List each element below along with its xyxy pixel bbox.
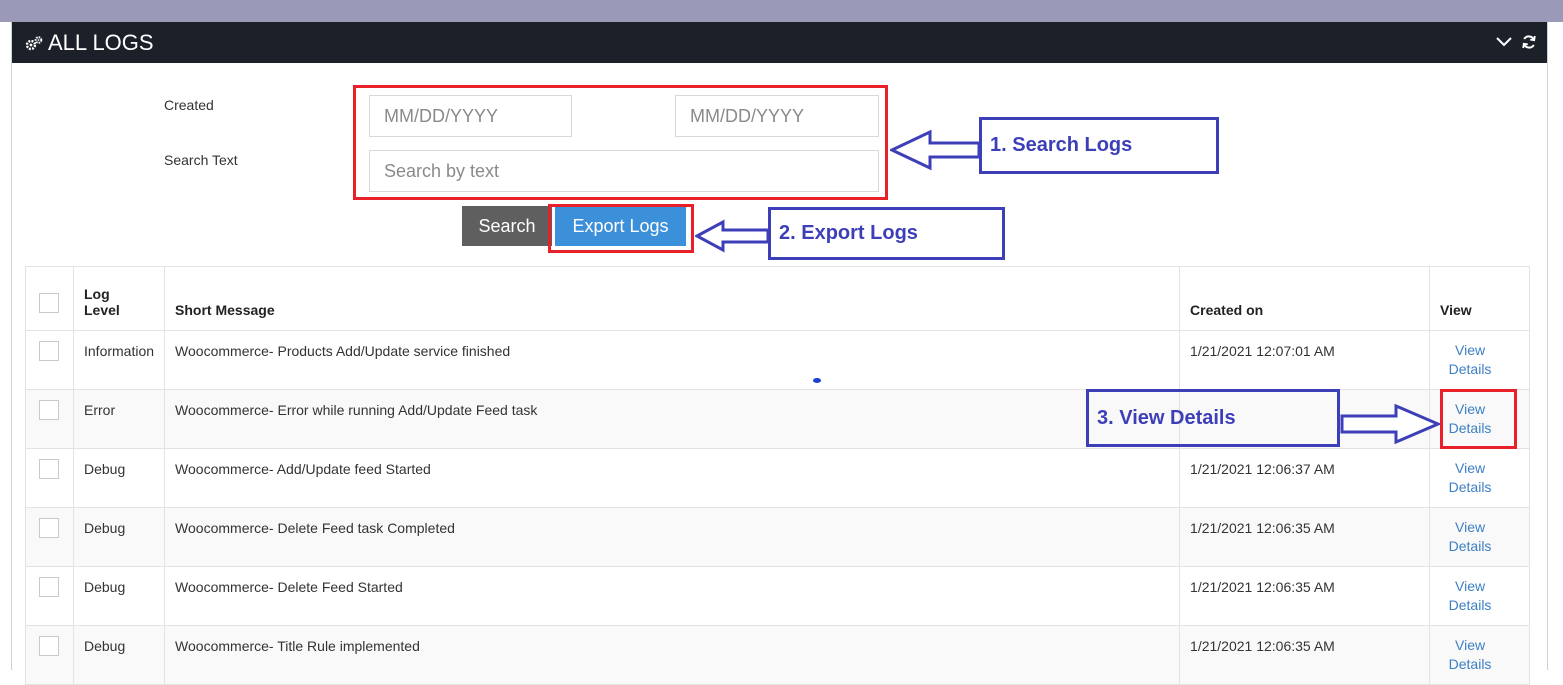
log-level-cell: Error (72, 389, 166, 449)
table-row: Information Woocommerce- Products Add/Upd… (25, 330, 1530, 390)
table-header-row: Log Level Short Message Created on View (25, 266, 1530, 331)
short-message-cell: Woocommerce- Products Add/Update service… (164, 330, 1181, 390)
short-message-cell: Woocommerce- Add/Update feed Started (164, 448, 1181, 508)
log-level-cell: Debug (72, 448, 166, 508)
search-logs-arrow-icon (890, 129, 981, 171)
column-header-short-message: Short Message (164, 266, 1181, 331)
row-checkbox[interactable] (39, 459, 59, 479)
export-logs-arrow-icon (695, 219, 770, 253)
search-button[interactable]: Search (462, 206, 552, 246)
view-cell: View Details (1429, 448, 1530, 508)
row-checkbox[interactable] (39, 341, 59, 361)
stray-dot (813, 378, 821, 383)
view-details-highlight (1440, 389, 1517, 449)
view-link-line2: Details (1448, 538, 1492, 554)
short-message-cell: Woocommerce- Delete Feed Started (164, 566, 1181, 626)
log-level-header-line1: Log (84, 286, 110, 302)
view-link-line1: View (1455, 637, 1486, 653)
export-logs-highlight (548, 204, 694, 253)
view-link-line1: View (1455, 342, 1486, 358)
view-link-line1: View (1455, 460, 1486, 476)
chevron-down-icon[interactable] (1495, 36, 1513, 48)
created-on-cell: 1/21/2021 12:06:35 AM (1179, 507, 1431, 567)
log-level-cell: Debug (72, 507, 166, 567)
header-tools (1495, 34, 1537, 50)
column-header-log-level: Log Level (72, 266, 166, 331)
row-checkbox[interactable] (39, 518, 59, 538)
table-row: Debug Woocommerce- Add/Update feed Starte… (25, 448, 1530, 508)
short-message-cell: Woocommerce- Title Rule implemented (164, 625, 1181, 685)
created-on-cell: 1/21/2021 12:06:35 AM (1179, 566, 1431, 626)
logs-table: Log Level Short Message Created on View I… (25, 266, 1530, 685)
view-details-link[interactable]: View Details (1440, 341, 1500, 379)
short-message-cell: Woocommerce- Delete Feed task Completed (164, 507, 1181, 567)
row-checkbox-cell (25, 625, 74, 685)
gears-icon (25, 36, 43, 51)
row-checkbox[interactable] (39, 400, 59, 420)
row-checkbox-cell (25, 389, 74, 449)
table-row: Debug Woocommerce- Title Rule implemented… (25, 625, 1530, 685)
view-details-link[interactable]: View Details (1440, 518, 1500, 556)
annotation-search-logs: 1. Search Logs (979, 117, 1219, 174)
annotation-export-logs: 2. Export Logs (768, 207, 1005, 260)
view-link-line2: Details (1448, 479, 1492, 495)
row-checkbox-cell (25, 566, 74, 626)
row-checkbox[interactable] (39, 577, 59, 597)
view-details-link[interactable]: View Details (1440, 636, 1500, 674)
view-details-link[interactable]: View Details (1440, 459, 1500, 497)
view-cell: View Details (1429, 566, 1530, 626)
view-link-line1: View (1455, 519, 1486, 535)
log-level-cell: Information (72, 330, 166, 390)
short-message-cell: Woocommerce- Error while running Add/Upd… (164, 389, 1181, 449)
view-details-link[interactable]: View Details (1440, 577, 1500, 615)
view-cell: View Details (1429, 507, 1530, 567)
table-row: Debug Woocommerce- Delete Feed Started 1/2… (25, 566, 1530, 626)
row-checkbox[interactable] (39, 636, 59, 656)
created-on-cell: 1/21/2021 12:06:35 AM (1179, 625, 1431, 685)
search-logs-highlight (353, 85, 888, 200)
row-checkbox-cell (25, 448, 74, 508)
log-level-cell: Debug (72, 625, 166, 685)
select-all-checkbox[interactable] (39, 293, 59, 313)
view-link-line2: Details (1448, 361, 1492, 377)
row-checkbox-cell (25, 507, 74, 567)
log-level-cell: Debug (72, 566, 166, 626)
view-link-line2: Details (1448, 597, 1492, 613)
view-details-arrow-icon (1340, 403, 1441, 445)
annotation-view-details: 3. View Details (1086, 389, 1340, 447)
refresh-icon[interactable] (1521, 34, 1537, 50)
panel-title-wrap: ALL LOGS (25, 30, 154, 56)
top-strip (0, 0, 1563, 22)
created-on-cell: 1/21/2021 12:07:01 AM (1179, 330, 1431, 390)
column-header-view: View (1429, 266, 1530, 331)
search-text-label: Search Text (164, 152, 238, 168)
panel-header: ALL LOGS (12, 22, 1547, 63)
log-level-header-line2: Level (84, 302, 120, 318)
created-label: Created (164, 97, 214, 113)
view-cell: View Details (1429, 330, 1530, 390)
table-row: Debug Woocommerce- Delete Feed task Compl… (25, 507, 1530, 567)
view-link-line1: View (1455, 578, 1486, 594)
view-cell: View Details (1429, 625, 1530, 685)
column-header-created-on: Created on (1179, 266, 1431, 331)
select-all-cell (25, 266, 74, 331)
row-checkbox-cell (25, 330, 74, 390)
all-logs-panel: ALL LOGS Created Search Text Search Expo… (11, 22, 1548, 685)
page-title: ALL LOGS (48, 30, 154, 55)
created-on-cell: 1/21/2021 12:06:37 AM (1179, 448, 1431, 508)
